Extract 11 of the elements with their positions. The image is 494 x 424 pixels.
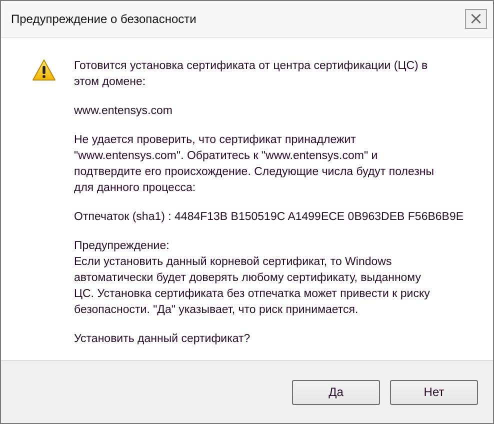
- message-text: Предупреждение: Если установить данный корневой сертификат, то Windows автоматически будет доверять любому сертификату, выданному ЦС. Установка сертификата без отпечатка может привести к риску безопасности. "Да" указывает, что риск принимается.: [74, 239, 431, 318]
- dialog-button[interactable]: Нет: [390, 380, 478, 404]
- message-text: www.entensys.com: [74, 104, 174, 119]
- dialog-button[interactable]: Да: [292, 380, 380, 404]
- warning-icon: [32, 59, 56, 81]
- message-text: Не удается проверить, что сертификат принадлежит "www.entensys.com". Обратитесь к "www.entensys.com" и подтвердите его происхождение. Следующие числа будут полезны для данного процесса:: [74, 133, 436, 196]
- message-text: Установить данный сертификат?: [74, 332, 252, 347]
- message-text: Готовится установка сертификата от центра сертификации (ЦС) в этом домене:: [74, 59, 429, 90]
- window-title: Предупреждение о безопасности: [11, 12, 196, 26]
- close-button[interactable]: ×: [465, 9, 487, 29]
- message-text: Отпечаток (sha1) : 4484F13B B150519C A1499ECE 0B963DEB F56B6B9E: [74, 210, 465, 225]
